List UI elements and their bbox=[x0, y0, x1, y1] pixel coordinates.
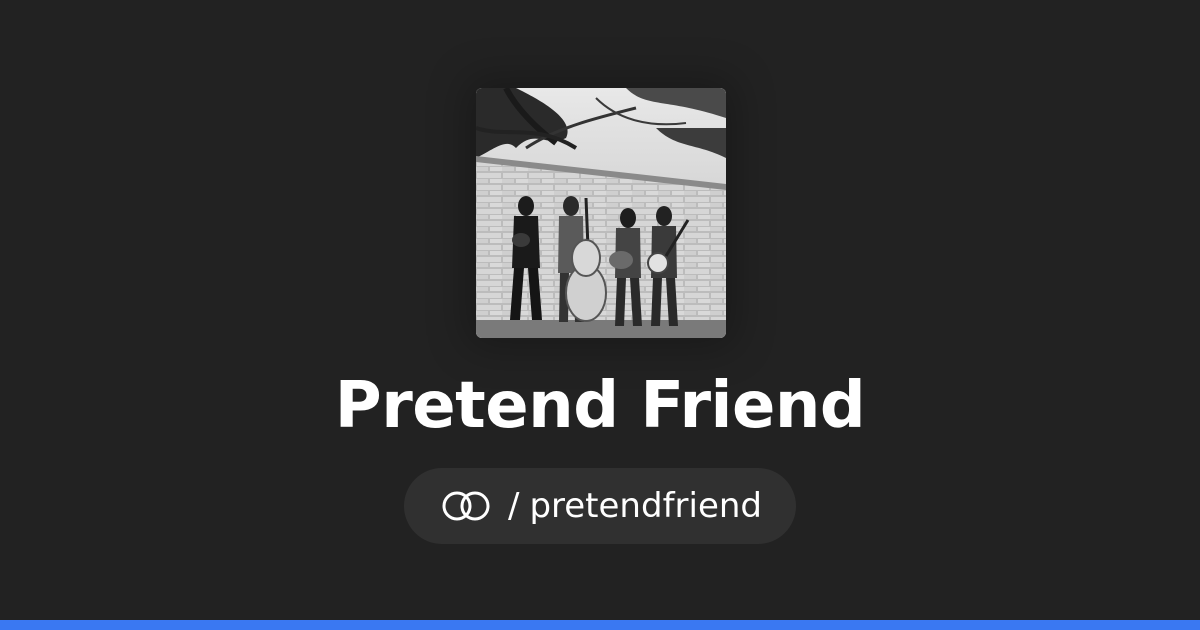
handle-pill[interactable]: / pretendfriend bbox=[404, 468, 796, 544]
accent-bar bbox=[0, 620, 1200, 630]
linked-rings-icon bbox=[438, 489, 494, 523]
profile-card: Pretend Friend / pretendfriend bbox=[0, 0, 1200, 630]
handle-text: pretendfriend bbox=[529, 486, 763, 526]
handle-separator: / bbox=[507, 486, 520, 526]
page-title: Pretend Friend bbox=[334, 369, 866, 443]
band-photo bbox=[476, 88, 726, 338]
avatar bbox=[476, 88, 726, 338]
